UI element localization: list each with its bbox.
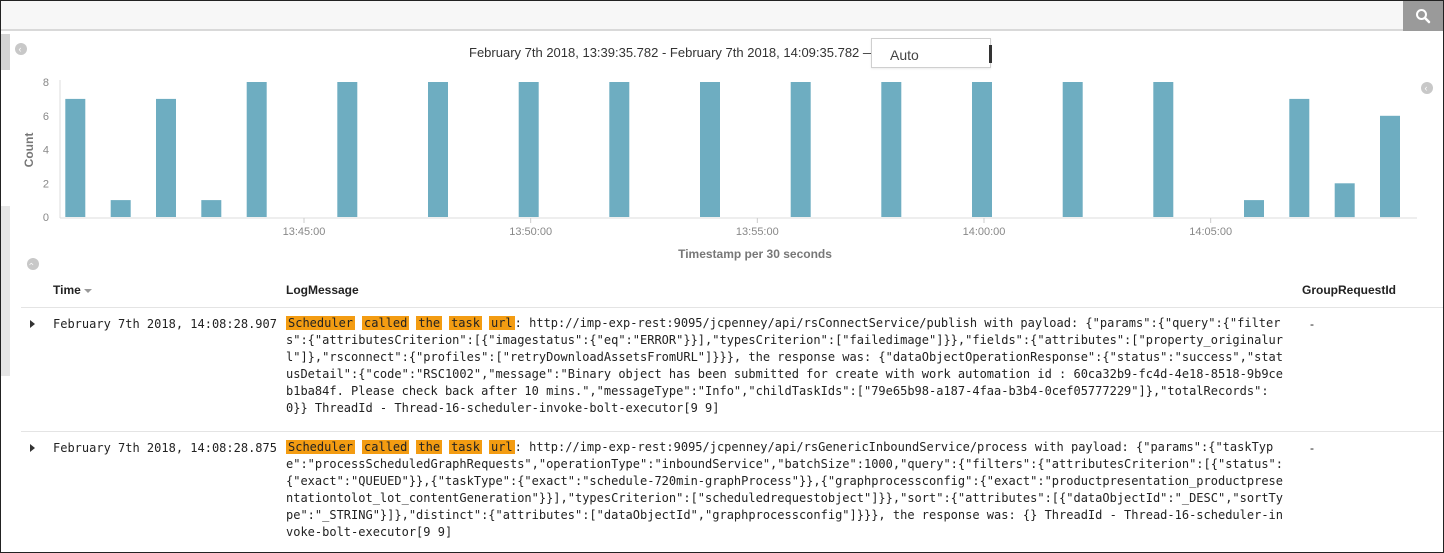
- interval-value: Auto: [890, 47, 919, 63]
- histogram-bar: [428, 82, 448, 217]
- histogram-bar: [790, 82, 811, 217]
- cell-time: February 7th 2018, 14:08:28.875: [53, 441, 277, 455]
- histogram-bar: [609, 82, 630, 217]
- x-axis-title: Timestamp per 30 seconds: [678, 247, 832, 261]
- histogram-bar: [1289, 98, 1310, 217]
- y-axis-title: Count: [22, 133, 36, 168]
- collapse-sidebar-button[interactable]: ‹: [15, 43, 27, 55]
- y-tick-label: 6: [43, 111, 49, 123]
- highlight-term: url: [488, 440, 515, 454]
- y-tick-label: 4: [43, 145, 49, 157]
- cell-logmessage: Scheduler called the task url: http://imp-ex…: [286, 439, 1286, 541]
- highlight-term: called: [362, 316, 410, 330]
- column-header-grouprequestid[interactable]: GroupRequestId: [1302, 283, 1396, 297]
- y-tick-label: 0: [43, 212, 49, 224]
- log-text: : http://imp-exp-rest:9095/jcpenney/api/…: [286, 316, 1283, 415]
- histogram-bar: [65, 98, 86, 217]
- column-header-time-label: Time: [53, 283, 81, 297]
- histogram-bar: [1062, 82, 1083, 217]
- histogram-bar: [1380, 115, 1400, 218]
- table-row[interactable]: February 7th 2018, 14:08:28.875 Schedule…: [21, 432, 1443, 552]
- cell-time: February 7th 2018, 14:08:28.907: [53, 317, 277, 331]
- chevron-left-icon: ‹: [18, 44, 22, 54]
- cell-grouprequestid: -: [1310, 317, 1314, 331]
- highlight-terms: Scheduler called the task url: [286, 316, 515, 330]
- log-text: : http://imp-exp-rest:9095/jcpenney/api/…: [286, 440, 1283, 539]
- x-tick-label: 13:45:00: [283, 226, 326, 238]
- expand-row-icon[interactable]: [30, 320, 35, 328]
- column-header-time[interactable]: Time: [53, 283, 92, 297]
- highlight-terms: Scheduler called the task url: [286, 440, 515, 454]
- histogram-bar: [201, 200, 222, 217]
- y-tick-label: 8: [43, 77, 49, 89]
- x-tick-label: 14:05:00: [1189, 226, 1232, 238]
- x-tick-label: 14:00:00: [963, 226, 1006, 238]
- histogram-chart: 0 2 4 6 8 13:45:00 13:50:00 13:55:00 14:00:00 14:…: [22, 77, 1417, 261]
- y-tick-label: 2: [43, 178, 49, 190]
- histogram-bar: [337, 82, 358, 217]
- search-button[interactable]: [1403, 1, 1443, 31]
- x-tick-label: 13:50:00: [509, 226, 552, 238]
- histogram-bar: [110, 200, 131, 217]
- histogram-bar: [972, 82, 992, 217]
- histogram-bar: [1334, 183, 1355, 218]
- sort-down-icon[interactable]: [83, 288, 92, 293]
- table-row[interactable]: February 7th 2018, 14:08:28.907 Schedule…: [21, 308, 1443, 432]
- sidebar-edge: [1, 34, 10, 70]
- select-caret: [989, 45, 992, 63]
- x-tick-label: 13:55:00: [736, 226, 779, 238]
- highlight-term: Scheduler: [286, 316, 356, 330]
- histogram-bar: [246, 82, 267, 217]
- highlight-term: the: [416, 316, 443, 330]
- histogram-bar: [881, 82, 902, 217]
- column-header-logmessage[interactable]: LogMessage: [286, 283, 359, 297]
- histogram-bar: [700, 82, 720, 217]
- interval-select[interactable]: Auto: [871, 38, 992, 68]
- chevron-up-icon: ‹: [27, 262, 37, 266]
- cell-grouprequestid: -: [1310, 441, 1314, 455]
- time-range-label: February 7th 2018, 13:39:35.782 - Februa…: [469, 45, 876, 60]
- histogram-bar: [1153, 82, 1174, 217]
- expand-row-icon[interactable]: [30, 444, 35, 452]
- query-bar[interactable]: [1, 1, 1443, 31]
- highlight-term: Scheduler: [286, 440, 356, 454]
- highlight-term: url: [488, 316, 515, 330]
- histogram-bar: [156, 98, 176, 217]
- histogram-bar: [1244, 200, 1264, 217]
- highlight-term: task: [449, 316, 482, 330]
- kibana-discover-panel: ‹ February 7th 2018, 13:39:35.782 - Febr…: [0, 0, 1444, 553]
- table-header: Time LogMessage GroupRequestId: [21, 271, 1443, 308]
- collapse-chart-button[interactable]: ‹: [27, 258, 39, 270]
- search-icon: [1416, 9, 1431, 24]
- highlight-term: the: [416, 440, 443, 454]
- cell-logmessage: Scheduler called the task url: http://imp-ex…: [286, 315, 1286, 417]
- histogram-bar: [518, 82, 539, 217]
- highlight-term: called: [362, 440, 410, 454]
- highlight-term: task: [449, 440, 482, 454]
